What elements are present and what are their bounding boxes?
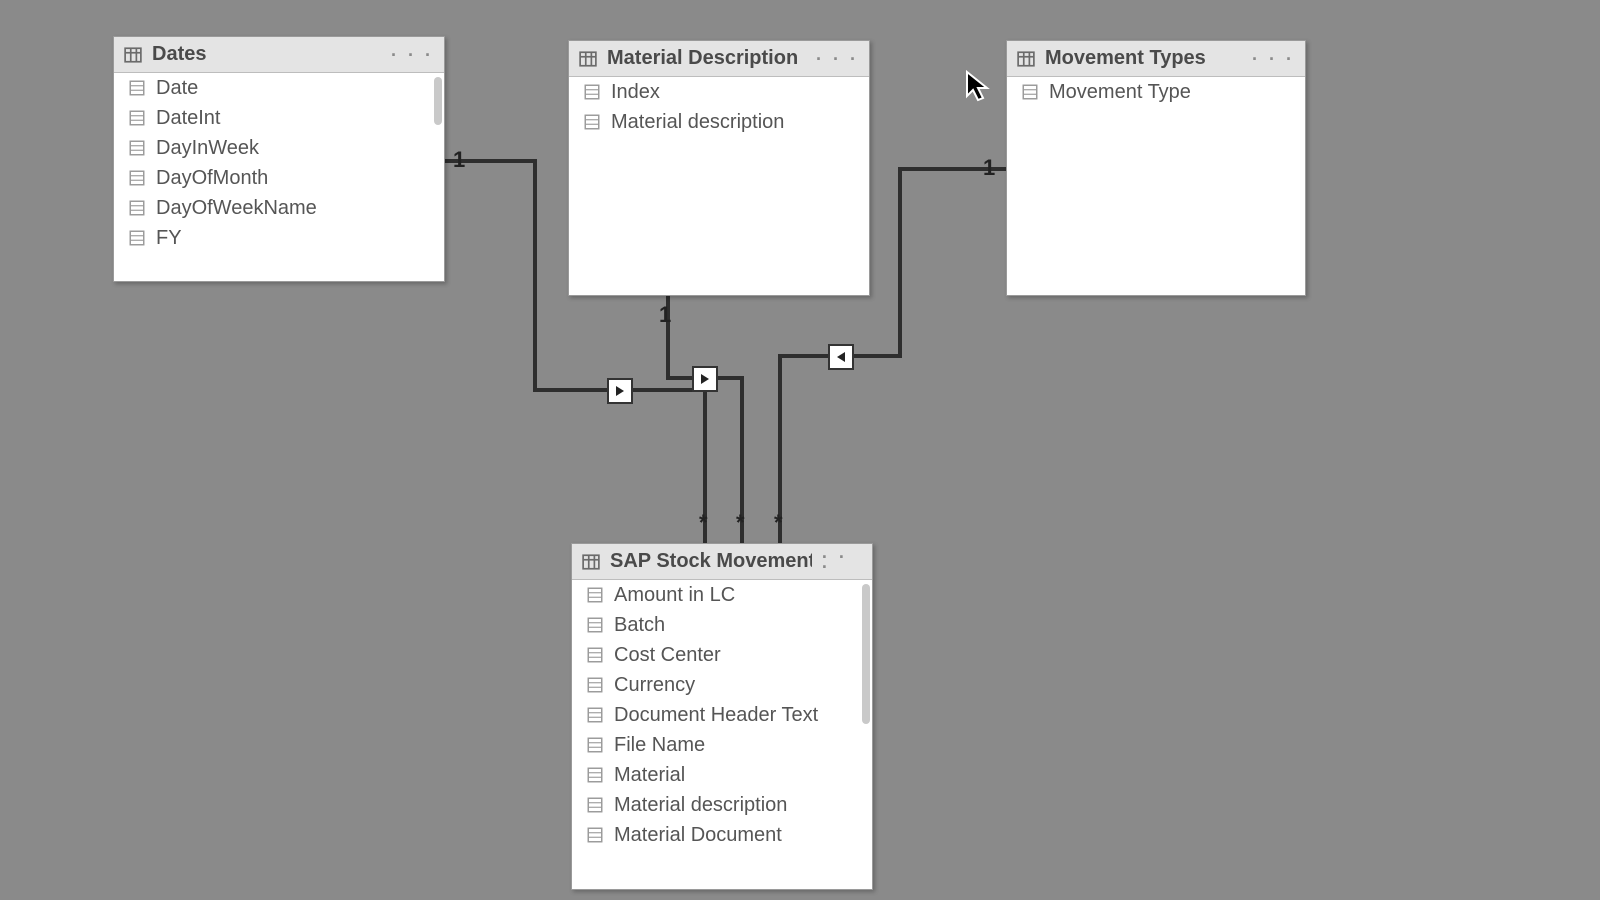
field-label: DayOfWeekName bbox=[156, 197, 317, 220]
cardinality-many: * bbox=[699, 510, 708, 536]
cardinality-many: * bbox=[736, 510, 745, 536]
cardinality-one: 1 bbox=[453, 147, 465, 173]
field-list[interactable]: Movement Type bbox=[1007, 77, 1305, 295]
table-menu-ellipsis-icon[interactable]: · · · bbox=[391, 50, 434, 60]
table-title: Movement Types bbox=[1045, 47, 1242, 70]
cardinality-many: * bbox=[774, 510, 783, 536]
cardinality-one: 1 bbox=[983, 155, 995, 181]
column-icon bbox=[1021, 83, 1039, 101]
filter-direction-arrow-right-icon bbox=[607, 378, 633, 404]
column-icon bbox=[128, 109, 146, 127]
table-card-material-description[interactable]: Material Description · · · Index Materia… bbox=[568, 40, 870, 296]
column-icon bbox=[128, 79, 146, 97]
column-icon bbox=[586, 826, 604, 844]
field-label: Currency bbox=[614, 674, 695, 697]
field-list[interactable]: Amount in LC Batch Cost Center Currency … bbox=[572, 580, 872, 889]
table-menu-ellipsis-icon[interactable]: · · · bbox=[816, 54, 859, 64]
field-label: DayOfMonth bbox=[156, 167, 268, 190]
field-label: Material Document bbox=[614, 824, 782, 847]
field-label: Cost Center bbox=[614, 644, 721, 667]
table-menu-ellipsis-icon[interactable]: · · · bbox=[822, 552, 862, 572]
table-header[interactable]: Material Description · · · bbox=[569, 41, 869, 77]
table-icon bbox=[582, 553, 600, 571]
table-icon bbox=[579, 50, 597, 68]
table-card-movement-types[interactable]: Movement Types · · · Movement Type bbox=[1006, 40, 1306, 296]
column-icon bbox=[586, 736, 604, 754]
column-icon bbox=[586, 766, 604, 784]
table-icon bbox=[124, 46, 142, 64]
table-title: SAP Stock Movements bbox=[610, 550, 812, 573]
field-row[interactable]: Amount in LC bbox=[572, 580, 872, 610]
column-icon bbox=[583, 113, 601, 131]
table-card-dates[interactable]: Dates · · · Date DateInt DayInWeek DayOf… bbox=[113, 36, 445, 282]
column-icon bbox=[586, 796, 604, 814]
table-title: Material Description bbox=[607, 47, 806, 70]
field-row[interactable]: DateInt bbox=[114, 103, 444, 133]
field-label: DateInt bbox=[156, 107, 220, 130]
column-icon bbox=[586, 676, 604, 694]
model-canvas[interactable]: 1 1 1 * * * Dates · · · Date DateInt Day… bbox=[0, 0, 1600, 900]
field-row[interactable]: Material Document bbox=[572, 820, 872, 850]
scrollbar-thumb[interactable] bbox=[434, 77, 442, 125]
table-header[interactable]: SAP Stock Movements · · · bbox=[572, 544, 872, 580]
field-list[interactable]: Index Material description bbox=[569, 77, 869, 295]
column-icon bbox=[586, 706, 604, 724]
column-icon bbox=[128, 169, 146, 187]
field-row[interactable]: DayOfMonth bbox=[114, 163, 444, 193]
table-card-sap-stock-movements[interactable]: SAP Stock Movements · · · Amount in LC B… bbox=[571, 543, 873, 890]
column-icon bbox=[586, 646, 604, 664]
field-row[interactable]: DayInWeek bbox=[114, 133, 444, 163]
mouse-cursor-icon bbox=[965, 70, 993, 111]
field-list[interactable]: Date DateInt DayInWeek DayOfMonth DayOfW… bbox=[114, 73, 444, 281]
field-row[interactable]: Batch bbox=[572, 610, 872, 640]
field-label: Material description bbox=[611, 111, 784, 134]
column-icon bbox=[128, 139, 146, 157]
field-row[interactable]: DayOfWeekName bbox=[114, 193, 444, 223]
field-label: Material bbox=[614, 764, 685, 787]
field-row[interactable]: Currency bbox=[572, 670, 872, 700]
field-label: Amount in LC bbox=[614, 584, 735, 607]
field-label: Movement Type bbox=[1049, 81, 1191, 104]
field-label: Document Header Text bbox=[614, 704, 818, 727]
table-header[interactable]: Movement Types · · · bbox=[1007, 41, 1305, 77]
field-row[interactable]: Cost Center bbox=[572, 640, 872, 670]
field-row[interactable]: Date bbox=[114, 73, 444, 103]
field-row[interactable]: Material description bbox=[569, 107, 869, 137]
field-label: FY bbox=[156, 227, 182, 250]
field-label: Date bbox=[156, 77, 198, 100]
field-row[interactable]: Material bbox=[572, 760, 872, 790]
field-row[interactable]: Material description bbox=[572, 790, 872, 820]
field-label: File Name bbox=[614, 734, 705, 757]
field-row[interactable]: FY bbox=[114, 223, 444, 253]
column-icon bbox=[583, 83, 601, 101]
filter-direction-arrow-left-icon bbox=[828, 344, 854, 370]
field-row[interactable]: Document Header Text bbox=[572, 700, 872, 730]
field-row[interactable]: Movement Type bbox=[1007, 77, 1305, 107]
table-menu-ellipsis-icon[interactable]: · · · bbox=[1252, 54, 1295, 64]
field-label: Index bbox=[611, 81, 660, 104]
filter-direction-arrow-right-icon bbox=[692, 366, 718, 392]
field-label: Material description bbox=[614, 794, 787, 817]
column-icon bbox=[586, 586, 604, 604]
column-icon bbox=[128, 199, 146, 217]
field-label: Batch bbox=[614, 614, 665, 637]
table-icon bbox=[1017, 50, 1035, 68]
field-label: DayInWeek bbox=[156, 137, 259, 160]
table-header[interactable]: Dates · · · bbox=[114, 37, 444, 73]
table-title: Dates bbox=[152, 43, 381, 66]
scrollbar-thumb[interactable] bbox=[862, 584, 870, 724]
column-icon bbox=[586, 616, 604, 634]
field-row[interactable]: File Name bbox=[572, 730, 872, 760]
field-row[interactable]: Index bbox=[569, 77, 869, 107]
cardinality-one: 1 bbox=[659, 302, 671, 328]
column-icon bbox=[128, 229, 146, 247]
